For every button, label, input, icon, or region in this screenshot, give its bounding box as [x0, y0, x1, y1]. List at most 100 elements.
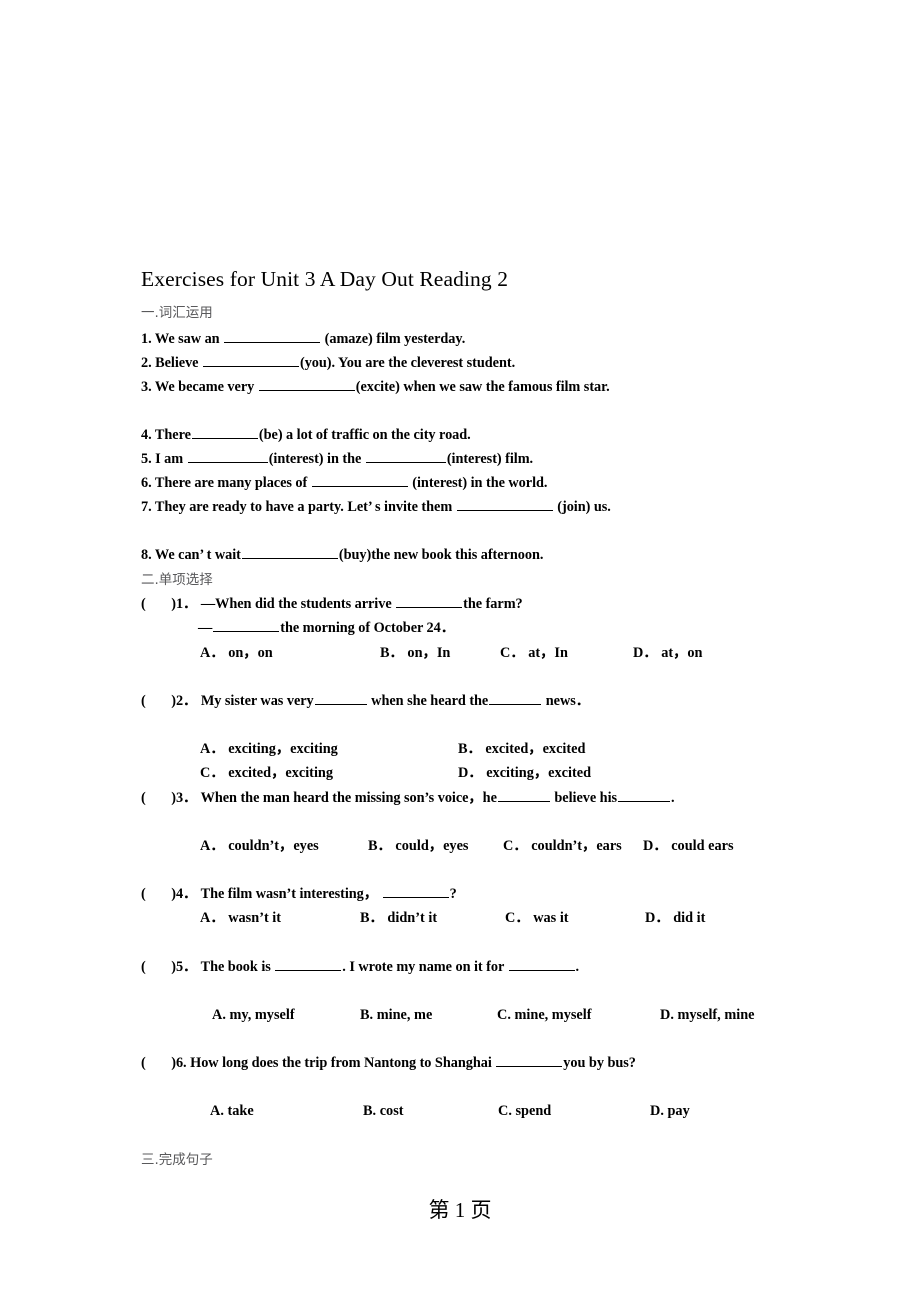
- mc-3-blank-b[interactable]: [618, 788, 670, 803]
- mc-5-option-d[interactable]: D. myself, mine: [660, 1005, 755, 1025]
- blank-field-5a[interactable]: [187, 449, 268, 464]
- blank-field-1[interactable]: [224, 329, 321, 344]
- mc-2-bracket-open[interactable]: (: [141, 693, 146, 709]
- mc-6-option-a-text: take: [227, 1103, 254, 1119]
- mc-1-blank-a[interactable]: [396, 594, 463, 609]
- mc-4-option-a[interactable]: A． wasn’t it: [200, 908, 281, 928]
- mc-5-option-c-text: mine, myself: [514, 1007, 592, 1023]
- mc-question-5: ( )5． The book is . I wrote my name on i…: [141, 957, 579, 977]
- mc-6-option-a-label: A.: [210, 1103, 224, 1119]
- mc-6-option-b-text: cost: [379, 1103, 404, 1119]
- mc-2-blank-a[interactable]: [314, 691, 367, 706]
- mc-4-option-b[interactable]: B． didn’t it: [360, 908, 437, 928]
- exercise-2-text-post: (you). You are the cleverest student.: [300, 355, 516, 372]
- mc-5-option-b[interactable]: B. mine, me: [360, 1005, 432, 1025]
- mc-5-blank-b[interactable]: [508, 957, 575, 972]
- page-footer: 第 1 页: [428, 1198, 492, 1222]
- mc-2-stem-mid: when she heard the: [371, 693, 489, 710]
- mc-2-option-a-text: exciting，exciting: [228, 741, 338, 757]
- mc-4-option-d[interactable]: D． did it: [645, 908, 705, 928]
- mc-5-blank-a[interactable]: [275, 957, 342, 972]
- mc-5-bracket-open[interactable]: (: [141, 959, 146, 975]
- mc-6-option-c[interactable]: C. spend: [498, 1101, 551, 1121]
- mc-2-stem-pre: My sister was very: [200, 693, 314, 710]
- mc-3-stem-post: .: [671, 790, 675, 807]
- mc-1-stem-post: the farm?: [463, 596, 523, 613]
- mc-5-stem-post: .: [575, 959, 580, 976]
- mc-1-option-c[interactable]: C． at，In: [500, 643, 568, 663]
- mc-6-bracket-open[interactable]: (: [141, 1055, 146, 1071]
- blank-field-7[interactable]: [456, 497, 553, 512]
- mc-5-option-c[interactable]: C. mine, myself: [497, 1005, 592, 1025]
- mc-1-option-c-text: at，In: [528, 645, 568, 661]
- mc-5-number: )5．: [171, 959, 198, 976]
- exercise-4-text-pre: 4. There: [141, 427, 191, 444]
- section-heading-vocabulary: 一.词汇运用: [141, 305, 213, 321]
- mc-2-option-c-label: C．: [200, 765, 225, 781]
- mc-3-stem-pre: When the man heard the missing son’s voi…: [200, 790, 497, 807]
- exercise-5-text-pre: 5. I am: [141, 451, 184, 468]
- mc-2-option-d-label: D．: [458, 765, 483, 781]
- mc-4-option-b-text: didn’t it: [387, 910, 438, 926]
- exercise-3-text-post: (excite) when we saw the famous film sta…: [355, 379, 610, 396]
- mc-1-option-b-label: B．: [380, 645, 404, 661]
- mc-2-option-a[interactable]: A． exciting，exciting: [200, 739, 338, 759]
- mc-4-option-d-label: D．: [645, 910, 670, 926]
- mc-1-option-d[interactable]: D． at，on: [633, 643, 703, 663]
- mc-3-option-c[interactable]: C． couldn’t，ears: [503, 836, 622, 856]
- mc-6-number: )6.: [171, 1055, 187, 1072]
- exercise-7-text-post: (join) us.: [557, 499, 611, 516]
- mc-2-option-c[interactable]: C． excited，exciting: [200, 763, 333, 783]
- mc-1-option-b[interactable]: B． on，In: [380, 643, 450, 663]
- mc-3-option-b-text: could，eyes: [395, 838, 469, 854]
- mc-3-blank-a[interactable]: [497, 788, 550, 803]
- mc-1-stem-pre: —When did the students arrive: [200, 596, 392, 613]
- mc-4-stem-pre: The film wasn’t interesting，: [200, 886, 379, 903]
- mc-3-bracket-open[interactable]: (: [141, 790, 146, 806]
- mc-6-stem-pre: How long does the trip from Nantong to S…: [190, 1055, 492, 1072]
- mc-1-option-a[interactable]: A． on，on: [200, 643, 273, 663]
- exercise-7-text-pre: 7. They are ready to have a party. Let’ …: [141, 499, 453, 516]
- mc-3-option-d-label: D．: [643, 838, 668, 854]
- mc-2-option-d[interactable]: D． exciting，excited: [458, 763, 591, 783]
- mc-6-option-a[interactable]: A. take: [210, 1101, 254, 1121]
- mc-4-option-d-text: did it: [673, 910, 706, 926]
- mc-1-option-c-label: C．: [500, 645, 525, 661]
- mc-3-option-a[interactable]: A． couldn’t，eyes: [200, 836, 319, 856]
- blank-field-4[interactable]: [191, 425, 258, 440]
- exercise-3-text-pre: 3. We became very: [141, 379, 255, 396]
- mc-3-option-b[interactable]: B． could，eyes: [368, 836, 469, 856]
- mc-1-bracket-open[interactable]: (: [141, 596, 146, 612]
- blank-field-5b[interactable]: [365, 449, 446, 464]
- mc-2-option-b[interactable]: B． excited，excited: [458, 739, 585, 759]
- mc-5-option-a[interactable]: A. my, myself: [212, 1005, 295, 1025]
- mc-2-option-d-text: exciting，excited: [486, 765, 592, 781]
- section-heading-multiple-choice: 二.单项选择: [141, 572, 213, 588]
- mc-5-stem-pre: The book is: [200, 959, 271, 976]
- blank-field-2[interactable]: [203, 353, 299, 368]
- mc-4-blank[interactable]: [382, 884, 449, 899]
- exercise-1-text-post: (amaze) film yesterday.: [324, 331, 466, 348]
- mc-1-blank-b[interactable]: [213, 618, 280, 633]
- mc-6-option-d[interactable]: D. pay: [650, 1101, 690, 1121]
- mc-2-blank-b[interactable]: [489, 691, 542, 706]
- mc-1-option-a-label: A．: [200, 645, 225, 661]
- blank-field-8[interactable]: [241, 545, 338, 560]
- mc-6-blank[interactable]: [496, 1053, 563, 1068]
- mc-3-option-d[interactable]: D． could ears: [643, 836, 734, 856]
- blank-field-3[interactable]: [258, 377, 355, 392]
- exercise-item-7: 7. They are ready to have a party. Let’ …: [141, 497, 611, 517]
- mc-5-option-b-text: mine, me: [376, 1007, 433, 1023]
- page-title: Exercises for Unit 3 A Day Out Reading 2: [141, 267, 509, 291]
- mc-2-options-row2: C． excited，exciting D． exciting，excited: [0, 763, 920, 783]
- exercise-6-text-pre: 6. There are many places of: [141, 475, 308, 492]
- blank-field-6[interactable]: [311, 473, 408, 488]
- mc-6-option-b[interactable]: B. cost: [363, 1101, 404, 1121]
- document-page: Exercises for Unit 3 A Day Out Reading 2…: [0, 0, 920, 1302]
- mc-4-option-c-label: C．: [505, 910, 530, 926]
- mc-4-option-c-text: was it: [533, 910, 569, 926]
- mc-1-option-a-text: on，on: [228, 645, 273, 661]
- mc-4-option-c[interactable]: C． was it: [505, 908, 569, 928]
- exercise-5-text-post: (interest) film.: [446, 451, 534, 468]
- mc-4-bracket-open[interactable]: (: [141, 886, 146, 902]
